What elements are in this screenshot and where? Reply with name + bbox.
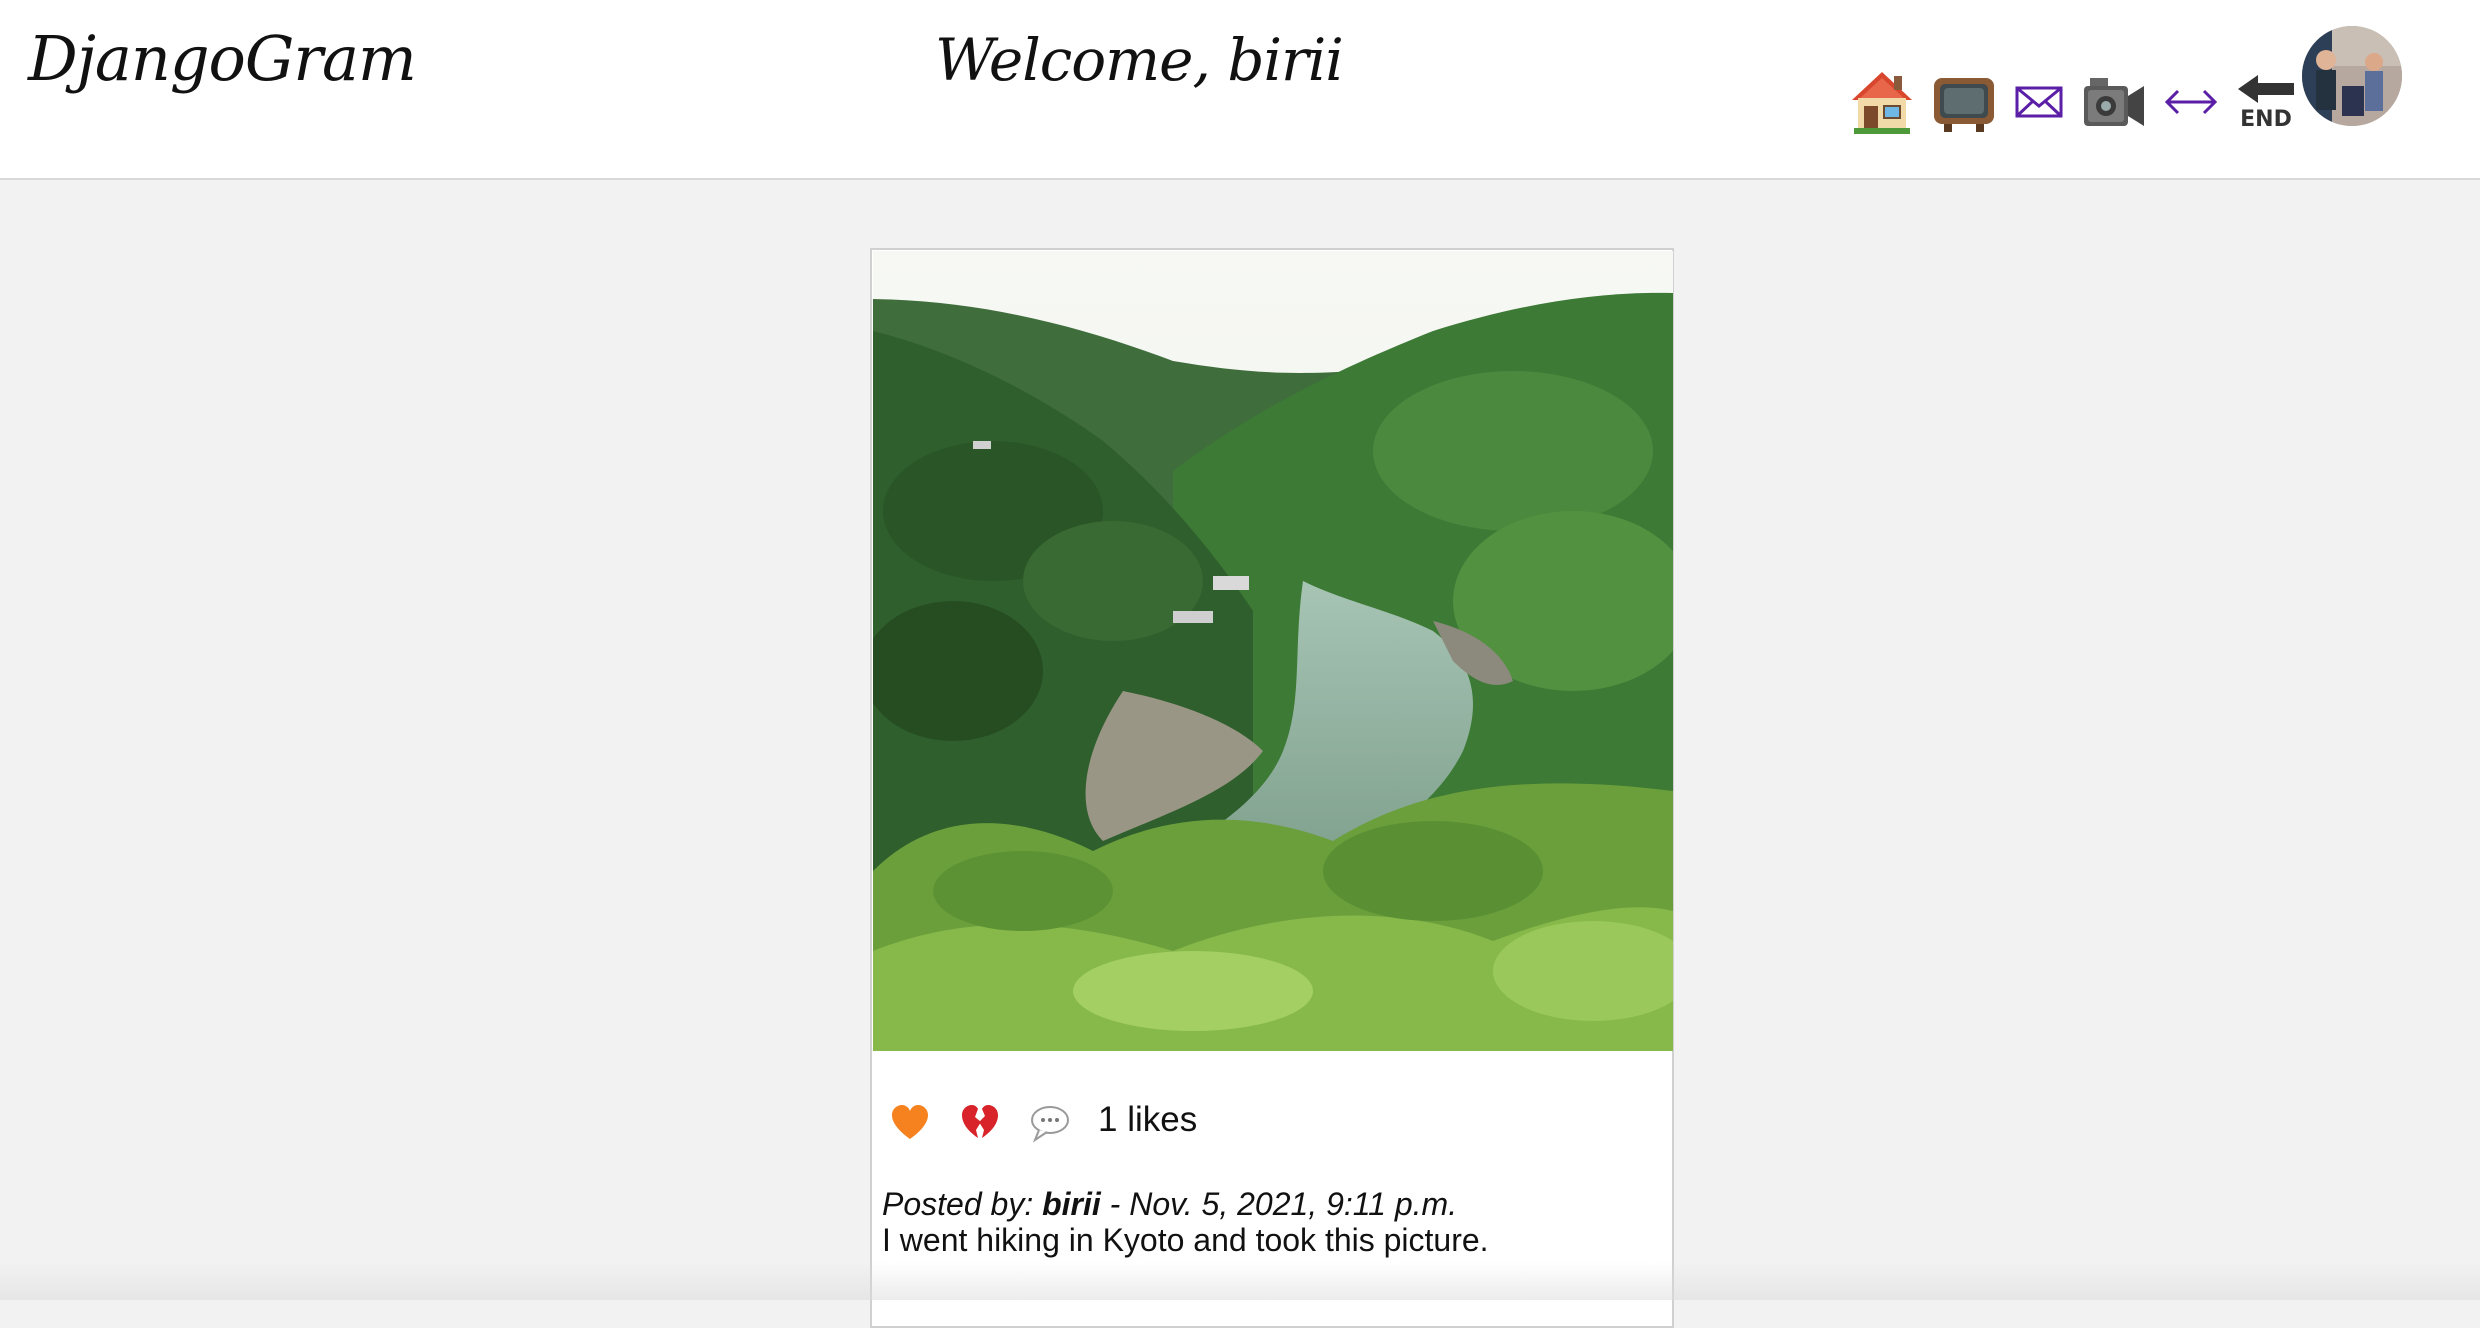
nav-icon-bar: END	[1848, 64, 2312, 140]
left-right-arrow-icon[interactable]	[2162, 64, 2220, 140]
post-author-link[interactable]: birii	[1042, 1186, 1101, 1222]
profile-avatar[interactable]	[2302, 26, 2402, 126]
top-navbar: DjangoGram Welcome, birii END	[0, 0, 2480, 180]
post-actions	[888, 1098, 1098, 1148]
posted-by-label: Posted by:	[882, 1186, 1043, 1222]
post-card	[870, 248, 1674, 1328]
end-arrow-icon[interactable]: END	[2234, 64, 2298, 140]
post-date: Nov. 5, 2021, 9:11 p.m.	[1129, 1186, 1458, 1222]
broken-heart-icon[interactable]	[958, 1101, 1002, 1145]
likes-count: 1 likes	[1098, 1100, 1198, 1139]
house-icon[interactable]	[1848, 64, 1916, 140]
brand-logo[interactable]: DjangoGram	[28, 22, 417, 95]
river-valley-photo[interactable]	[873, 251, 1673, 1051]
welcome-heading: Welcome, birii	[935, 26, 1344, 94]
meta-separator: -	[1100, 1186, 1130, 1222]
orange-heart-icon[interactable]	[888, 1101, 932, 1145]
post-meta: Posted by: birii - Nov. 5, 2021, 9:11 p.…	[882, 1186, 1457, 1223]
post-caption: I went hiking in Kyoto and took this pic…	[882, 1222, 1489, 1258]
speech-bubble-icon[interactable]	[1028, 1101, 1072, 1145]
end-label: END	[2240, 106, 2292, 132]
video-camera-icon[interactable]	[2080, 64, 2148, 140]
television-icon[interactable]	[1930, 64, 1998, 140]
envelope-icon[interactable]	[2012, 64, 2066, 140]
